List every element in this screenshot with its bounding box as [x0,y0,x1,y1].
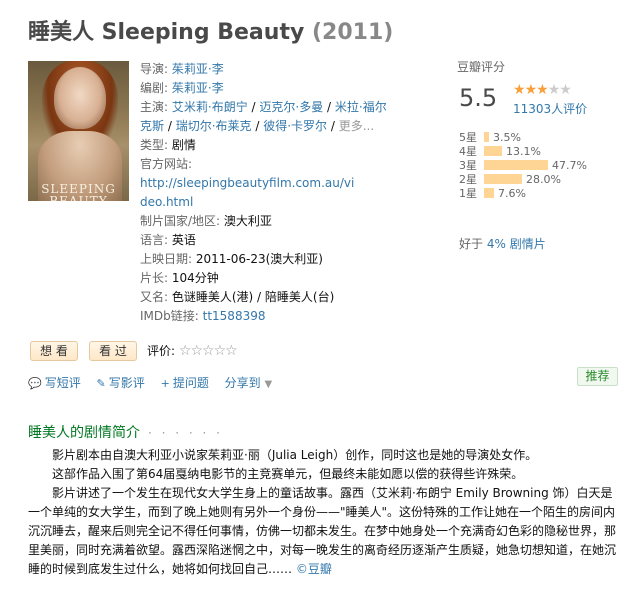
distribution-bar [484,132,489,142]
star-icon-2: ★ [524,82,538,98]
distribution-value: 7.6% [498,187,526,200]
pencil-icon: ✎ [96,377,106,390]
country-value: 澳大利亚 [223,214,272,228]
distribution-row: 5星 3.5% [459,131,587,145]
distribution-value: 47.7% [552,159,587,172]
poster-title: SLEEPING BEAUTY [41,182,116,201]
language-label: 语言: [140,233,169,247]
star-icon-4: ★ [547,82,561,98]
plus-icon: + [160,377,170,390]
synopsis-dots: · · · · · · [148,426,223,440]
rate-label: 评价: [147,344,176,358]
distribution-label: 2星 [459,173,477,186]
star-icon-1: ★ [513,82,526,98]
page-title: 睡美人 Sleeping Beauty (2011) [28,14,393,46]
cast-link-3[interactable]: 瑞切尔·布莱克 [176,119,252,133]
rate-star-icon-4[interactable]: ☆ [214,343,227,359]
distribution-row: 1星 7.6% [459,187,587,201]
write-review-label: 写影评 [108,376,145,390]
imdb-link[interactable]: tt1588398 [203,309,266,323]
release-label: 上映日期: [140,252,193,266]
star-icon-5: ★ [559,82,572,98]
synopsis-paragraph-1: 影片剧本由自澳大利亚小说家茱莉亚·丽（Julia Leigh）创作，同时这也是她… [52,448,538,462]
synopsis-body: 影片剧本由自澳大利亚小说家茱莉亚·丽（Julia Leigh）创作，同时这也是她… [28,446,624,579]
distribution-value: 13.1% [506,145,541,158]
rate-star-icon-3[interactable]: ☆ [202,343,215,359]
movie-name: 睡美人 Sleeping Beauty [28,20,305,45]
cast-link-0[interactable]: 艾米莉·布朗宁 [172,100,248,114]
user-rating: 评价: ☆☆☆☆☆ [147,342,238,359]
genre-value: 剧情 [171,138,196,152]
better-link[interactable]: 4% 剧情片 [487,237,546,251]
site-label: 官方网站: [140,157,193,171]
rating-title: 豆瓣评分 [457,60,506,74]
rating-score: 5.5 [459,84,498,112]
synopsis-title: 睡美人的剧情简介 [28,425,140,441]
writer-link[interactable]: 茱莉亚·李 [172,81,224,95]
write-short-review[interactable]: 💬 写短评 [28,376,81,390]
distribution-row: 2星 28.0% [459,173,587,187]
write-review[interactable]: ✎ 写影评 [97,376,145,390]
distribution-row: 4星 13.1% [459,145,587,159]
cast-link-4[interactable]: 彼得·卡罗尔 [263,119,327,133]
language-value: 英语 [171,233,196,247]
recommend-button[interactable]: 推荐 [577,367,618,386]
ask-label: 提问题 [172,376,209,390]
distribution-bar [484,174,522,184]
director-link[interactable]: 茱莉亚·李 [172,62,224,76]
distribution-label: 3星 [459,159,477,172]
rate-star-icon-5[interactable]: ☆ [225,343,238,359]
star-icon-3: ★ [536,82,549,98]
synopsis-paragraph-3: 影片讲述了一个发生在现代女大学生身上的童话故事。露西（艾米莉·布朗宁 Emily… [28,484,624,579]
synopsis-heading: 睡美人的剧情简介 · · · · · · [28,422,223,442]
imdb-label: IMDb链接: [140,309,199,323]
poster-face [54,67,106,129]
distribution-label: 1星 [459,187,477,200]
runtime-value: 104分钟 [171,271,219,285]
watched-button[interactable]: 看 过 [89,341,137,361]
distribution-bar [484,188,494,198]
rating-panel: 豆瓣评分 5.5 ★★★★★ 11303人评价 [457,58,587,116]
better-prefix: 好于 [459,237,484,251]
douban-source-link[interactable]: ©豆瓣 [296,562,332,576]
director-label: 导演: [140,62,169,76]
release-value: 2011-06-23(澳大利亚) [195,252,323,266]
action-bar: 💬 写短评 ✎ 写影评 + 提问题 分享到 ▼ [28,374,284,391]
site-link-b[interactable]: deo.html [140,195,193,209]
distribution-bar [484,146,502,156]
writer-label: 编剧: [140,81,169,95]
aka-value: 色谜睡美人(港) / 陪睡美人(台) [171,290,335,304]
rate-star-icon-2[interactable]: ☆ [190,343,203,359]
runtime-label: 片长: [140,271,169,285]
better-than: 好于 4% 剧情片 [459,235,546,252]
movie-year: (2011) [311,20,394,45]
movie-info: 导演: 茱莉亚·李 编剧: 茱莉亚·李 主演: 艾米莉·布朗宁 / 迈克尔·多曼… [140,62,387,323]
comment-icon: 💬 [28,377,42,390]
distribution-value: 3.5% [493,131,521,144]
write-short-label: 写短评 [44,376,81,390]
cast-link-1[interactable]: 迈克尔·多曼 [259,100,323,114]
aka-label: 又名: [140,290,169,304]
cast-more-link[interactable]: 更多... [339,119,374,133]
votes-link[interactable]: 11303人评价 [513,100,587,117]
distribution-label: 5星 [459,131,477,144]
chevron-down-icon: ▼ [264,379,273,390]
country-label: 制片国家/地区: [140,214,221,228]
site-link-a[interactable]: http://sleepingbeautyfilm.com.au/vi [140,176,354,190]
share-label: 分享到 [224,376,261,390]
share-menu[interactable]: 分享到 ▼ [225,376,273,390]
ask-question[interactable]: + 提问题 [161,376,209,390]
genre-label: 类型: [140,138,169,152]
synopsis-paragraph-2: 这部作品入围了第64届戛纳电影节的主竞赛单元，但最终未能如愿以偿的获得些许殊荣。 [52,467,524,481]
distribution-row: 3星 47.7% [459,159,587,173]
distribution-value: 28.0% [526,173,561,186]
rate-star-icon-1[interactable]: ☆ [179,343,192,359]
rating-distribution: 5星 3.5% 4星 13.1% 3星 47.7% 2星 28.0% 1星 7.6% [459,131,587,201]
cast-label: 主演: [140,100,169,114]
distribution-label: 4星 [459,145,477,158]
want-to-watch-button[interactable]: 想 看 [30,341,78,361]
movie-poster[interactable]: SLEEPING BEAUTY [28,61,129,201]
rating-stars-icon: ★★★★★ [513,82,572,98]
distribution-bar [484,160,548,170]
